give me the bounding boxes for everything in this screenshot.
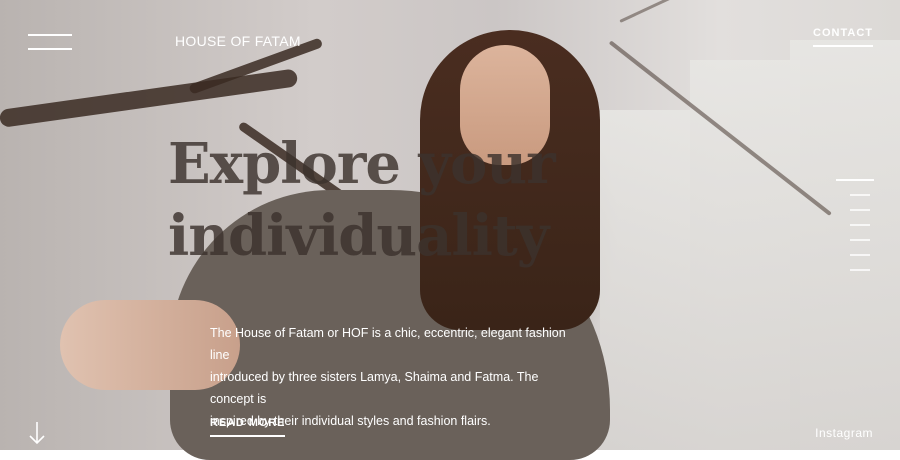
pager-indicator[interactable] — [850, 254, 870, 256]
headline-line: Explore your — [168, 131, 556, 197]
pager-indicator[interactable] — [850, 209, 870, 211]
intro-line: The House of Fatam or HOF is a chic, ecc… — [210, 326, 566, 362]
pager-indicator[interactable] — [850, 224, 870, 226]
instagram-link[interactable]: Instagram — [815, 426, 873, 440]
tree-branch — [0, 68, 299, 128]
hamburger-menu-icon[interactable] — [28, 34, 72, 54]
pager-indicator[interactable] — [850, 194, 870, 196]
menu-line — [28, 34, 72, 36]
menu-line — [28, 48, 72, 50]
arrow-down-icon — [29, 422, 45, 445]
tree-branch — [619, 0, 802, 23]
arrow-down-icon[interactable] — [27, 420, 47, 446]
pager-indicator[interactable] — [850, 239, 870, 241]
brand-logo[interactable]: HOUSE OF FATAM — [175, 33, 301, 49]
background-building — [600, 110, 690, 450]
pager-indicator[interactable] — [836, 179, 874, 181]
headline-line: individuality — [168, 203, 549, 269]
read-more-link[interactable]: READ MORE — [210, 417, 286, 437]
pager-indicator[interactable] — [850, 269, 870, 271]
contact-link[interactable]: CONTACT — [813, 27, 873, 47]
slide-pager — [836, 179, 876, 284]
hero-headline: Explore your individuality — [168, 128, 556, 272]
intro-line: introduced by three sisters Lamya, Shaim… — [210, 370, 539, 406]
intro-paragraph: The House of Fatam or HOF is a chic, ecc… — [210, 322, 570, 432]
